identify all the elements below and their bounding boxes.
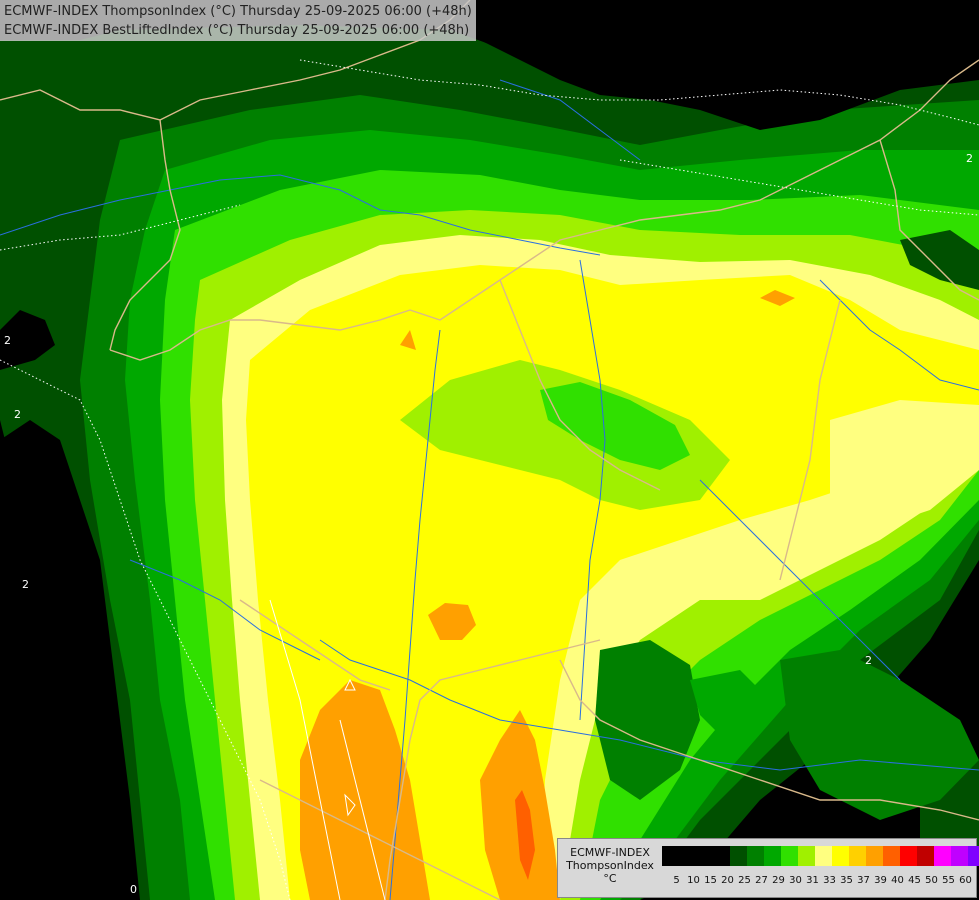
legend-title: ECMWF-INDEX bbox=[570, 846, 650, 859]
legend-tick-label: 15 bbox=[704, 875, 717, 886]
legend-swatch bbox=[798, 846, 815, 866]
legend-swatch bbox=[951, 846, 968, 866]
legend-labels: ECMWF-INDEX ThompsonIndex °C bbox=[562, 846, 658, 885]
legend-swatch bbox=[900, 846, 917, 866]
legend-swatch bbox=[934, 846, 951, 866]
legend-name: ThompsonIndex bbox=[566, 859, 654, 872]
legend-tick-label: 5 bbox=[673, 875, 680, 886]
legend-tick-label: 27 bbox=[755, 875, 768, 886]
map-title-box: ECMWF-INDEX ThompsonIndex (°C) Thursday … bbox=[0, 0, 476, 41]
contour-label: 2 bbox=[4, 334, 11, 347]
legend-swatch bbox=[832, 846, 849, 866]
contour-label: 2 bbox=[966, 152, 973, 165]
legend-swatch bbox=[781, 846, 798, 866]
legend-swatch bbox=[713, 846, 730, 866]
legend-swatch bbox=[764, 846, 781, 866]
legend-swatch bbox=[815, 846, 832, 866]
legend-swatch bbox=[696, 846, 713, 866]
legend-tick-label: 55 bbox=[942, 875, 955, 886]
legend-tick-label: 39 bbox=[874, 875, 887, 886]
legend-tick-label: 33 bbox=[823, 875, 836, 886]
contour-label: 2 bbox=[865, 654, 872, 667]
map-title-line-1: ECMWF-INDEX ThompsonIndex (°C) Thursday … bbox=[4, 4, 472, 19]
legend-swatch bbox=[679, 846, 696, 866]
legend-swatch bbox=[730, 846, 747, 866]
legend-tick-label: 45 bbox=[908, 875, 921, 886]
legend-tick-label: 29 bbox=[772, 875, 785, 886]
legend-tick-label: 50 bbox=[925, 875, 938, 886]
contour-label: 2 bbox=[14, 408, 21, 421]
legend-swatch bbox=[968, 846, 979, 866]
legend-swatch bbox=[747, 846, 764, 866]
legend-swatch bbox=[917, 846, 934, 866]
legend-swatch bbox=[866, 846, 883, 866]
legend-swatch bbox=[883, 846, 900, 866]
legend-tick-label: 60 bbox=[959, 875, 972, 886]
legend-tick-label: 10 bbox=[687, 875, 700, 886]
legend-ticks: 5 10 15 20 25 27 29 30 31 33 35 37 39 40 45 50 55 60 bbox=[668, 875, 974, 886]
legend-tick-label: 37 bbox=[857, 875, 870, 886]
legend-tick-label: 31 bbox=[806, 875, 819, 886]
legend-tick-label: 35 bbox=[840, 875, 853, 886]
legend-tick-label: 40 bbox=[891, 875, 904, 886]
map-title-line-2: ECMWF-INDEX BestLiftedIndex (°C) Thursda… bbox=[4, 23, 470, 38]
legend-unit: °C bbox=[603, 872, 617, 885]
contour-label: 2 bbox=[22, 578, 29, 591]
legend-color-bar bbox=[662, 846, 979, 866]
legend-swatch bbox=[849, 846, 866, 866]
legend-swatch bbox=[662, 846, 679, 866]
legend-tick-label: 20 bbox=[721, 875, 734, 886]
weather-map: 2 2 2 2 2 0 bbox=[0, 0, 979, 900]
color-legend: ECMWF-INDEX ThompsonIndex °C 5 10 15 20 25 27… bbox=[557, 838, 979, 898]
legend-tick-label: 30 bbox=[789, 875, 802, 886]
legend-tick-label: 25 bbox=[738, 875, 751, 886]
contour-label: 0 bbox=[130, 883, 137, 896]
